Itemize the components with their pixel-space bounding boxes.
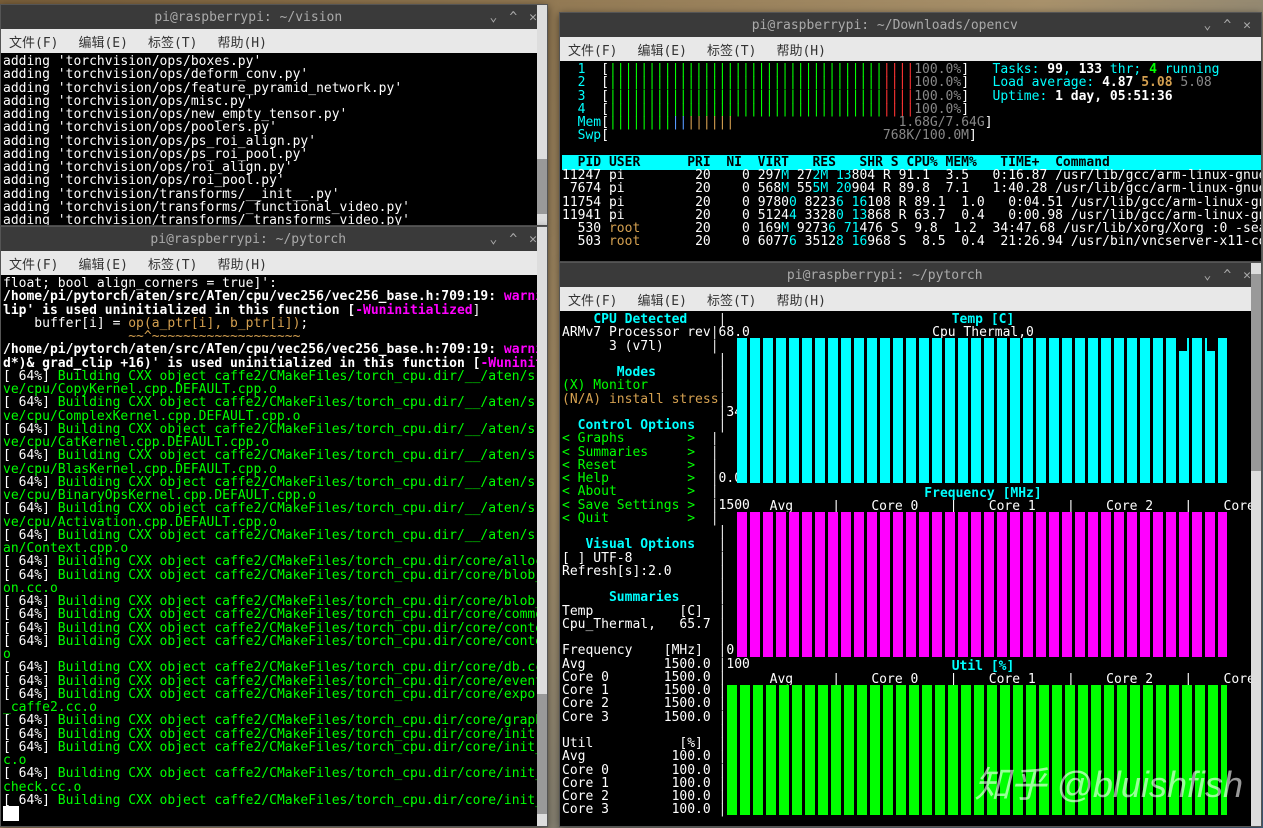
titlebar[interactable]: pi@raspberrypi: ~/pytorch ⌄ ^ ✕ bbox=[1, 227, 547, 251]
terminal-output[interactable]: float; bool align_corners = true]': /hom… bbox=[1, 275, 547, 826]
menu-file[interactable]: 文件(F) bbox=[564, 288, 621, 311]
menu-file[interactable]: 文件(F) bbox=[564, 38, 621, 61]
menubar: 文件(F) 编辑(E) 标签(T) 帮助(H) bbox=[1, 29, 547, 53]
menubar: 文件(F) 编辑(E) 标签(T) 帮助(H) bbox=[560, 37, 1261, 61]
minimize-icon[interactable]: ⌄ bbox=[1202, 18, 1214, 33]
menu-file[interactable]: 文件(F) bbox=[5, 30, 62, 53]
minimize-icon[interactable]: ⌄ bbox=[1202, 268, 1214, 283]
menu-edit[interactable]: 编辑(E) bbox=[74, 30, 131, 53]
menu-edit[interactable]: 编辑(E) bbox=[633, 38, 690, 61]
menu-edit[interactable]: 编辑(E) bbox=[74, 252, 131, 275]
menu-tabs[interactable]: 标签(T) bbox=[144, 30, 201, 53]
terminal-window-monitor: pi@raspberrypi: ~/pytorch ⌄ ^ ✕ 文件(F) 编辑… bbox=[559, 262, 1262, 827]
window-title: pi@raspberrypi: ~/pytorch bbox=[9, 232, 488, 247]
minimize-icon[interactable]: ⌄ bbox=[488, 10, 500, 25]
menu-help[interactable]: 帮助(H) bbox=[213, 30, 270, 53]
menu-help[interactable]: 帮助(H) bbox=[213, 252, 270, 275]
terminal-window-vision: pi@raspberrypi: ~/vision ⌄ ^ ✕ 文件(F) 编辑(… bbox=[0, 4, 548, 226]
terminal-window-htop: pi@raspberrypi: ~/Downloads/opencv ⌄ ^ ✕… bbox=[559, 12, 1262, 262]
window-title: pi@raspberrypi: ~/Downloads/opencv bbox=[568, 18, 1202, 33]
window-title: pi@raspberrypi: ~/pytorch bbox=[568, 268, 1202, 283]
titlebar[interactable]: pi@raspberrypi: ~/Downloads/opencv ⌄ ^ ✕ bbox=[560, 13, 1261, 37]
menu-tabs[interactable]: 标签(T) bbox=[703, 288, 760, 311]
window-title: pi@raspberrypi: ~/vision bbox=[9, 10, 488, 25]
scrollbar[interactable] bbox=[537, 5, 547, 225]
scrollbar[interactable] bbox=[537, 227, 547, 826]
htop-output[interactable]: 1 [|||||||||||||||||||||||||||||||||||||… bbox=[560, 61, 1261, 261]
menu-help[interactable]: 帮助(H) bbox=[772, 288, 829, 311]
menubar: 文件(F) 编辑(E) 标签(T) 帮助(H) bbox=[1, 251, 547, 275]
monitor-output[interactable]: CPU Detected | ARMv7 Processor rev|68.0 … bbox=[560, 311, 1261, 826]
close-icon[interactable]: ✕ bbox=[1241, 18, 1253, 33]
menu-edit[interactable]: 编辑(E) bbox=[633, 288, 690, 311]
menu-help[interactable]: 帮助(H) bbox=[772, 38, 829, 61]
terminal-output[interactable]: adding 'torchvision/ops/boxes.py' adding… bbox=[1, 53, 547, 225]
maximize-icon[interactable]: ^ bbox=[507, 10, 519, 25]
menu-tabs[interactable]: 标签(T) bbox=[703, 38, 760, 61]
menu-tabs[interactable]: 标签(T) bbox=[144, 252, 201, 275]
terminal-window-pytorch-build: pi@raspberrypi: ~/pytorch ⌄ ^ ✕ 文件(F) 编辑… bbox=[0, 226, 548, 827]
titlebar[interactable]: pi@raspberrypi: ~/pytorch ⌄ ^ ✕ bbox=[560, 263, 1261, 287]
scrollbar[interactable] bbox=[1251, 263, 1261, 826]
menubar: 文件(F) 编辑(E) 标签(T) 帮助(H) bbox=[560, 287, 1261, 311]
maximize-icon[interactable]: ^ bbox=[1221, 268, 1233, 283]
maximize-icon[interactable]: ^ bbox=[507, 232, 519, 247]
maximize-icon[interactable]: ^ bbox=[1221, 18, 1233, 33]
menu-file[interactable]: 文件(F) bbox=[5, 252, 62, 275]
titlebar[interactable]: pi@raspberrypi: ~/vision ⌄ ^ ✕ bbox=[1, 5, 547, 29]
minimize-icon[interactable]: ⌄ bbox=[488, 232, 500, 247]
